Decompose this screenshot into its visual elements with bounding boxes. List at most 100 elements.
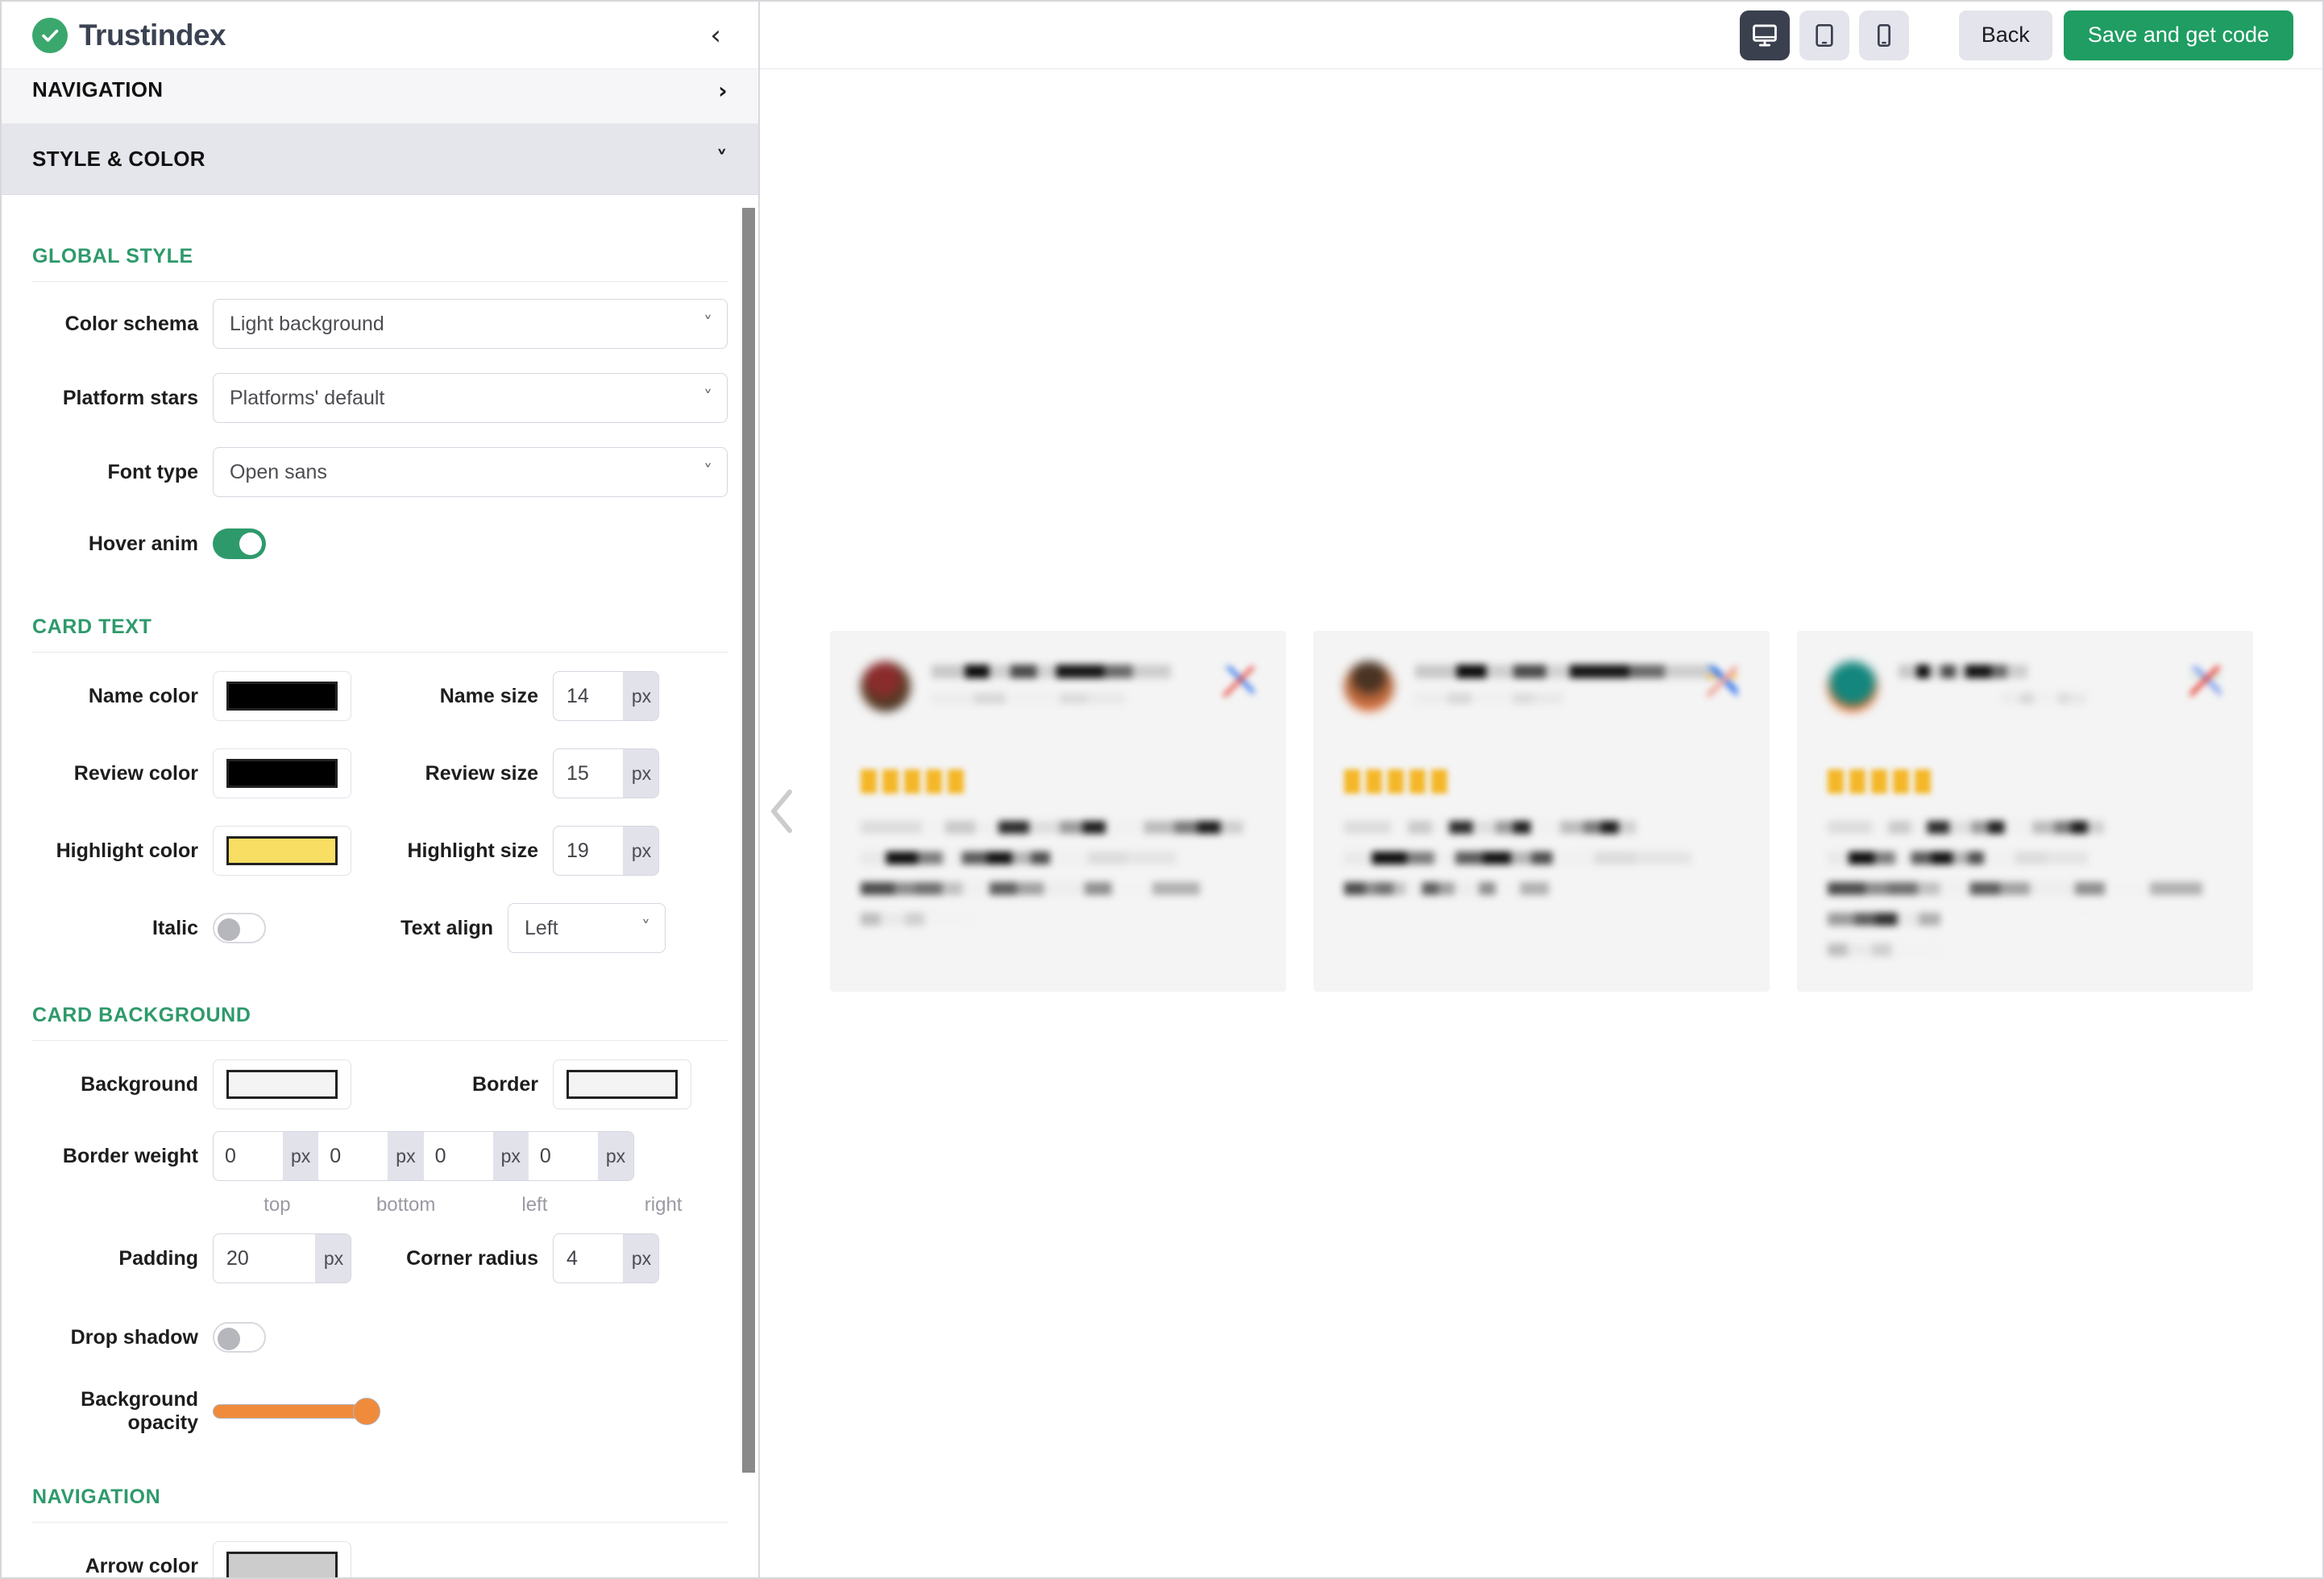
highlight-size-field[interactable]: px <box>553 826 659 876</box>
name-size-input[interactable] <box>554 672 623 720</box>
italic-toggle[interactable] <box>213 913 266 943</box>
group-title-navigation: NAVIGATION <box>32 1448 728 1522</box>
review-card[interactable] <box>830 631 1286 992</box>
divider <box>32 1040 728 1041</box>
review-card[interactable] <box>1313 631 1770 992</box>
label-highlight-color: Highlight color <box>32 839 213 863</box>
field-name-color-size: Name color Name size px <box>32 657 728 735</box>
reviewer-name-block <box>1899 661 2222 704</box>
google-icon <box>2190 666 2221 697</box>
text-align-value: Left <box>525 917 558 940</box>
label-platform-stars: Platform stars <box>32 387 213 410</box>
review-size-input[interactable] <box>554 749 623 798</box>
background-color-picker[interactable] <box>213 1059 351 1109</box>
carousel-prev-arrow[interactable] <box>766 785 801 837</box>
label-review-size: Review size <box>387 762 553 785</box>
name-color-picker[interactable] <box>213 671 351 721</box>
border-weight-left-cell: px <box>424 1132 529 1180</box>
padding-input[interactable] <box>214 1234 315 1283</box>
review-text <box>1344 821 1739 895</box>
corner-radius-input[interactable] <box>554 1234 623 1283</box>
review-line <box>1828 882 2203 895</box>
accordion-navigation[interactable]: NAVIGATION › <box>2 69 758 124</box>
group-title-global-style: GLOBAL STYLE <box>32 208 728 281</box>
review-line <box>1344 882 1550 895</box>
accordion-style-color[interactable]: STYLE & COLOR ˅ <box>2 124 758 195</box>
background-opacity-slider[interactable] <box>213 1398 380 1425</box>
device-mobile-button[interactable] <box>1859 10 1909 60</box>
accordion-style-color-label: STYLE & COLOR <box>32 147 205 172</box>
review-card-header <box>861 661 1255 748</box>
back-button[interactable]: Back <box>1959 10 2052 60</box>
hover-anim-toggle[interactable] <box>213 528 266 559</box>
device-desktop-button[interactable] <box>1740 10 1790 60</box>
avatar <box>861 661 911 711</box>
label-background: Background <box>32 1073 213 1096</box>
review-size-field[interactable]: px <box>553 748 659 798</box>
platform-stars-value: Platforms' default <box>230 387 384 410</box>
chevron-down-icon: ˅ <box>716 146 728 172</box>
reviewer-name-block <box>1415 661 1739 704</box>
highlight-color-picker[interactable] <box>213 826 351 876</box>
name-size-field[interactable]: px <box>553 671 659 721</box>
platform-stars-select[interactable]: Platforms' default ˅ <box>213 373 728 423</box>
text-align-select[interactable]: Left ˅ <box>508 903 666 953</box>
border-weight-bottom-input[interactable] <box>318 1132 388 1180</box>
border-weight-right-cell: px <box>529 1132 633 1180</box>
field-hover-anim: Hover anim <box>32 509 728 578</box>
style-color-panel: GLOBAL STYLE Color schema Light backgrou… <box>2 208 758 1577</box>
star-icon <box>1366 769 1382 794</box>
side-label-right: right <box>599 1194 728 1216</box>
review-card[interactable] <box>1797 631 2253 992</box>
label-corner-radius: Corner radius <box>387 1247 553 1270</box>
toggle-knob <box>239 533 262 555</box>
divider <box>32 281 728 282</box>
border-weight-right-input[interactable] <box>529 1132 598 1180</box>
highlight-size-input[interactable] <box>554 827 623 875</box>
unit-px: px <box>598 1132 633 1180</box>
slider-thumb[interactable] <box>353 1398 380 1425</box>
review-date <box>2002 693 2086 704</box>
border-color-picker[interactable] <box>553 1059 691 1109</box>
drop-shadow-toggle[interactable] <box>213 1322 266 1353</box>
label-hover-anim: Hover anim <box>32 533 213 556</box>
label-name-color: Name color <box>32 685 213 708</box>
divider <box>32 1522 728 1523</box>
widget-editor-app: Trustindex ‹ NAVIGATION › STYLE & COLOR … <box>0 0 2324 1579</box>
font-type-select[interactable]: Open sans ˅ <box>213 447 728 497</box>
field-drop-shadow: Drop shadow <box>32 1300 728 1374</box>
arrow-color-picker[interactable] <box>213 1541 351 1577</box>
review-line <box>1828 821 2104 834</box>
review-line <box>861 852 1177 864</box>
reviewer-name <box>1899 665 2028 678</box>
label-font-type: Font type <box>32 461 213 484</box>
field-border-weight: Border weight px px px <box>32 1123 728 1189</box>
sidebar-scrollbar[interactable] <box>742 208 755 1532</box>
device-tablet-button[interactable] <box>1799 10 1849 60</box>
star-icon <box>1409 769 1426 794</box>
review-card-header <box>1828 661 2222 748</box>
sidebar-scrollbar-thumb[interactable] <box>742 208 755 1473</box>
group-title-card-text: CARD TEXT <box>32 578 728 652</box>
corner-radius-field[interactable]: px <box>553 1233 659 1283</box>
review-text <box>1828 821 2222 956</box>
highlight-color-swatch <box>226 836 338 865</box>
brand-name: Trustindex <box>79 19 226 52</box>
field-background-border: Background Border <box>32 1046 728 1123</box>
chevron-left-icon[interactable]: ‹ <box>702 17 729 54</box>
label-drop-shadow: Drop shadow <box>32 1326 213 1349</box>
star-icon <box>1388 769 1404 794</box>
review-line <box>1828 852 2088 864</box>
padding-field[interactable]: px <box>213 1233 351 1283</box>
border-weight-top-input[interactable] <box>214 1132 283 1180</box>
review-line <box>1828 943 1938 956</box>
field-review-color-size: Review color Review size px <box>32 735 728 812</box>
border-weight-left-input[interactable] <box>424 1132 493 1180</box>
group-title-card-background: CARD BACKGROUND <box>32 967 728 1040</box>
review-color-picker[interactable] <box>213 748 351 798</box>
label-arrow-color: Arrow color <box>32 1555 213 1578</box>
save-and-get-code-button[interactable]: Save and get code <box>2064 10 2293 60</box>
unit-px: px <box>623 1234 659 1283</box>
color-schema-select[interactable]: Light background ˅ <box>213 299 728 349</box>
label-name-size: Name size <box>387 685 553 708</box>
